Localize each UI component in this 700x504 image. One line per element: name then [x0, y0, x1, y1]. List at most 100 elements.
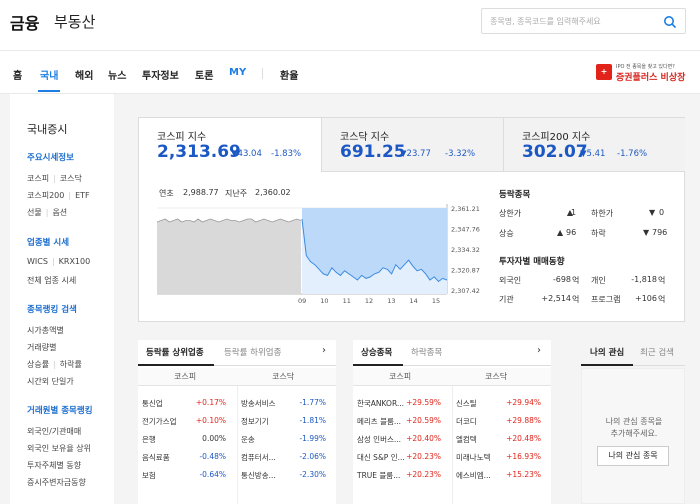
row-name[interactable]: 운송	[241, 434, 255, 445]
sidebar-item-kospi200[interactable]: 코스피200	[27, 191, 64, 200]
sidebar-item-volume[interactable]: 거래량별	[27, 342, 56, 353]
sidebar-item-rise[interactable]: 상승률	[27, 360, 49, 369]
foreign-label: 외국인	[499, 276, 522, 285]
row-name[interactable]: 음식료품	[142, 452, 170, 463]
sidebar-item-investor-trend[interactable]: 투자주체별 동향	[27, 460, 81, 471]
sidebar-item-foreign-holding[interactable]: 외국인 보유율 상위	[27, 443, 91, 454]
x-tick-label: 15	[432, 297, 440, 304]
nav-news[interactable]: 뉴스	[108, 67, 126, 82]
sidebar-item-row: 상승률 | 하락률	[27, 360, 82, 369]
search-box[interactable]: 종목명, 종목코드를 입력해주세요	[481, 8, 686, 34]
tab-rising-stocks[interactable]: 상승종목	[361, 346, 392, 358]
my-interest-panel: 나의 관심 최근 검색 나의 관심 종목을 추가해주세요. 나의 관심 종목	[581, 340, 685, 504]
rise-fall-section: 등락종목 상한가 ▲ 1 하한가 ▼ 0 상승 ▲ 96 하락 ▼ 796	[499, 188, 667, 238]
search-input[interactable]: 종목명, 종목코드를 입력해주세요	[490, 16, 601, 27]
unit-label: 억	[658, 276, 666, 285]
sidebar-item-fall[interactable]: 하락률	[60, 360, 82, 369]
unit-label: 억	[572, 295, 580, 304]
row-name[interactable]: 엘컴텍	[456, 434, 477, 445]
row-name[interactable]: 메리츠 블룸...	[357, 416, 401, 427]
row-name[interactable]: 정보기기	[241, 416, 269, 427]
nav-my[interactable]: MY	[229, 67, 246, 78]
nav-exchange[interactable]: 환율	[280, 67, 298, 82]
tab-recent-search[interactable]: 최근 검색	[640, 346, 674, 358]
nav-domestic[interactable]: 국내	[40, 67, 58, 82]
sidebar-item-marketcap[interactable]: 시가총액별	[27, 325, 64, 336]
row-name[interactable]: 삼성 인버스...	[357, 434, 401, 445]
stock-panel: 상승종목 하락종목 › 코스피 코스닥 한국ANKOR... +29.59% 메리츠…	[353, 340, 551, 504]
sidebar-item-wics[interactable]: WICS	[27, 257, 48, 266]
row-name[interactable]: 은행	[142, 434, 156, 445]
nav-invest-info[interactable]: 투자정보	[142, 67, 179, 82]
col-kospi: 코스피	[389, 372, 412, 381]
tab-active-bar	[353, 364, 403, 366]
rise-label: 상승	[499, 229, 514, 238]
tab-top-sectors[interactable]: 등락률 상위업종	[146, 346, 204, 358]
chevron-right-icon[interactable]: ›	[537, 345, 541, 356]
sidebar-item-etf[interactable]: ETF	[75, 191, 90, 200]
search-icon[interactable]	[663, 15, 677, 29]
tab-bottom-sectors[interactable]: 등락률 하위업종	[224, 346, 281, 358]
row-change: +29.94%	[506, 398, 541, 407]
sidebar-item-options[interactable]: 옵션	[52, 208, 67, 217]
sidebar-item-market-funds[interactable]: 증시주변자금동향	[27, 477, 86, 488]
row-name[interactable]: 전기가스업	[142, 416, 177, 427]
tab-falling-stocks[interactable]: 하락종목	[411, 346, 442, 358]
sidebar-item-kospi[interactable]: 코스피	[27, 174, 49, 183]
nav-overseas[interactable]: 해외	[75, 67, 93, 82]
sidebar-item-foreign-inst[interactable]: 외국인/기관매매	[27, 426, 81, 437]
index-change: ▼43.04	[231, 149, 262, 159]
program-value: +106	[635, 294, 657, 303]
nav-home[interactable]: 홈	[13, 67, 22, 82]
index-value: 2,313.69	[157, 142, 241, 162]
sidebar-head-broker[interactable]: 거래원별 종목랭킹	[27, 404, 93, 416]
sidebar-item-krx100[interactable]: KRX100	[59, 257, 91, 266]
index-name: 코스피200 지수	[522, 132, 591, 143]
tab-kosdaq[interactable]: 코스닥 지수 691.25 ▼23.77 -3.32%	[321, 118, 503, 172]
lower-limit-label: 하한가	[591, 209, 614, 218]
tab-kospi[interactable]: 코스피 지수 2,313.69 ▼43.04 -1.83%	[139, 118, 321, 172]
x-tick-label: 11	[343, 297, 351, 304]
index-value: 691.25	[340, 142, 406, 162]
sidebar-head-sector[interactable]: 업종별 시세	[27, 236, 69, 248]
realestate-link[interactable]: 부동산	[54, 11, 95, 32]
row-name[interactable]: 신스틸	[456, 398, 477, 409]
index-chart[interactable]: 2,361.21 2,347.76 2,334.32 2,320.87 2,307.42…	[157, 204, 487, 304]
add-watchlist-button[interactable]: 나의 관심 종목	[597, 446, 669, 466]
sidebar-head-ranking[interactable]: 종목랭킹 검색	[27, 303, 77, 315]
institution-label: 기관	[499, 295, 514, 304]
row-name[interactable]: TRUE 블룸...	[357, 470, 400, 481]
row-name[interactable]: 통신업	[142, 398, 163, 409]
row-name[interactable]: 에스비엠...	[456, 470, 491, 481]
row-name[interactable]: 미래나노텍	[456, 452, 491, 463]
finance-logo[interactable]: 금융	[10, 10, 39, 34]
sidebar-item-futures[interactable]: 선물	[27, 208, 42, 217]
row-name[interactable]: 통신방송...	[241, 470, 276, 481]
row-change: -1.77%	[299, 398, 326, 407]
row-name[interactable]: 더코디	[456, 416, 477, 427]
nav-active-indicator	[38, 90, 60, 92]
index-percent: -1.83%	[271, 149, 302, 159]
sidebar-item-afterhours[interactable]: 시간외 단일가	[27, 376, 74, 387]
ad-banner[interactable]: + IPO 전 종목을 찾고 있다면? 증권플러스 비상장	[596, 63, 686, 83]
sidebar-item-kosdaq[interactable]: 코스닥	[60, 174, 82, 183]
tab-active-bar	[581, 364, 633, 366]
previous-area	[157, 219, 301, 294]
last-week-value: 2,360.02	[255, 188, 291, 197]
col-kospi: 코스피	[174, 372, 197, 381]
tab-kospi200[interactable]: 코스피200 지수 302.07 ▼5.41 -1.76%	[503, 118, 685, 172]
nav-discussion[interactable]: 토론	[195, 67, 213, 82]
row-name[interactable]: 보험	[142, 470, 156, 481]
chevron-right-icon[interactable]: ›	[322, 345, 326, 356]
row-name[interactable]: 방송서비스	[241, 398, 276, 409]
sidebar-item-all-sectors[interactable]: 전체 업종 시세	[27, 275, 76, 286]
sidebar-head-major[interactable]: 주요시세정보	[27, 151, 74, 163]
ad-subtext: IPO 전 종목을 찾고 있다면?	[616, 64, 675, 70]
index-value: 302.07	[522, 142, 588, 162]
row-change: -1.99%	[299, 434, 326, 443]
sidebar-item-row: 선물 | 옵션	[27, 208, 68, 217]
tab-my-interest[interactable]: 나의 관심	[590, 346, 624, 358]
row-name[interactable]: 컴퓨터서...	[241, 452, 276, 463]
sidebar-item-row: 코스피200 | ETF	[27, 191, 90, 200]
upper-limit-value: 1	[571, 208, 577, 217]
